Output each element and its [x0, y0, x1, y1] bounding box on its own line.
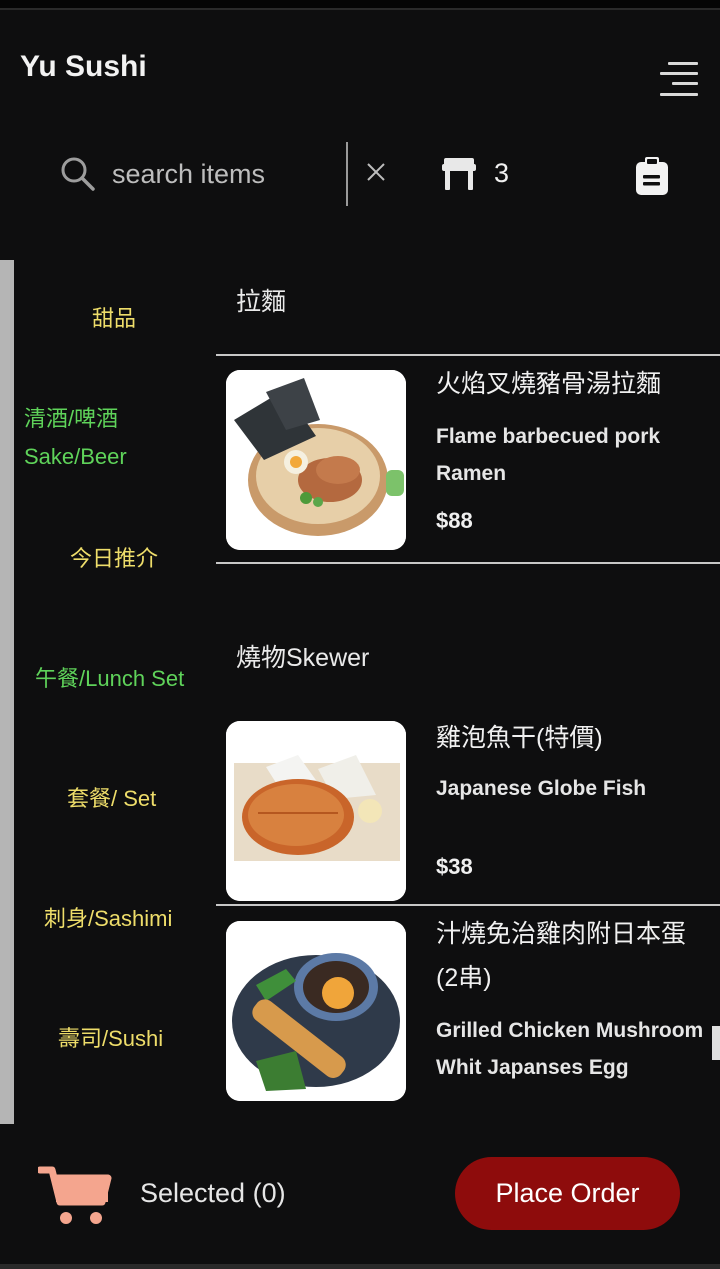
search-input[interactable] — [112, 154, 340, 194]
sidebar-scrollbar[interactable] — [0, 260, 14, 1124]
grilled-fish-image — [226, 721, 406, 901]
search-bar: 3 — [0, 132, 720, 216]
app-header: Yu Sushi — [0, 12, 720, 122]
table-icon — [442, 158, 476, 190]
menu-item-ramen[interactable]: 火焰叉燒豬骨湯拉麵 Flame barbecued pork Ramen $88 — [216, 356, 720, 562]
item-price: $38 — [436, 854, 473, 879]
category-todays-recommendation[interactable]: 今日推介 — [70, 540, 158, 578]
category-lunch-set[interactable]: 午餐/Lunch Set — [35, 660, 184, 698]
chicken-skewer-image — [226, 921, 406, 1101]
table-number: 3 — [494, 158, 510, 188]
status-bar-line — [0, 0, 720, 10]
bottom-bar: Selected (0) Place Order — [0, 1140, 720, 1269]
nav-bar-line — [0, 1264, 720, 1269]
ramen-bowl-image — [226, 370, 406, 550]
content-scrollbar[interactable] — [712, 1026, 720, 1060]
close-icon[interactable] — [364, 160, 388, 184]
category-sake-beer[interactable]: 清酒/啤酒 Sake/Beer — [24, 400, 127, 476]
menu-list[interactable]: 拉麵 火焰叉燒豬骨湯拉麵 Flame barbecued pork Ramen … — [216, 260, 720, 1140]
item-divider — [216, 562, 720, 564]
place-order-button[interactable]: Place Order — [455, 1157, 680, 1230]
item-name-en: Flame barbecued pork Ramen — [436, 425, 661, 485]
section-title-skewer: 燒物Skewer — [236, 644, 370, 672]
category-set[interactable]: 套餐/ Set — [67, 780, 156, 818]
category-desserts[interactable]: 甜品 — [92, 300, 136, 338]
cart-icon[interactable] — [38, 1164, 112, 1226]
menu-item-globe-fish[interactable]: 雞泡魚干(特價) Japanese Globe Fish $38 — [216, 706, 720, 904]
item-name-en: Grilled Chicken Mushroom Whit Japanses E… — [436, 1019, 704, 1079]
selected-count: Selected (0) — [140, 1178, 286, 1208]
app-title: Yu Sushi — [20, 50, 147, 83]
search-divider — [346, 142, 348, 206]
menu-icon[interactable] — [660, 62, 698, 96]
item-name-en: Japanese Globe Fish — [436, 777, 647, 800]
clipboard-icon[interactable] — [634, 156, 670, 196]
section-title-ramen: 拉麵 — [236, 288, 287, 316]
search-icon — [61, 157, 95, 191]
item-price: $88 — [436, 508, 473, 533]
item-name-zh: 雞泡魚干(特價) — [436, 724, 603, 752]
item-name-zh: 汁燒免治雞肉附日本蛋(2串) — [436, 920, 687, 992]
menu-item-chicken-skewer[interactable]: 汁燒免治雞肉附日本蛋(2串) Grilled Chicken Mushroom … — [216, 906, 720, 1140]
category-sashimi[interactable]: 刺身/Sashimi — [44, 900, 172, 938]
item-name-zh: 火焰叉燒豬骨湯拉麵 — [436, 370, 662, 398]
category-sushi[interactable]: 壽司/Sushi — [58, 1020, 163, 1058]
